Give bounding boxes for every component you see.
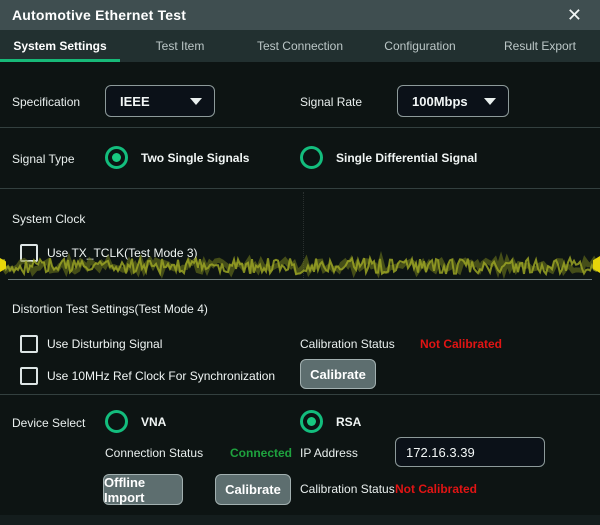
radio-single-differential-signal[interactable]: Single Differential Signal: [300, 146, 477, 169]
tab-test-item[interactable]: Test Item: [120, 30, 240, 62]
specification-value: IEEE: [120, 94, 190, 109]
signal-type-label: Signal Type: [12, 152, 75, 166]
device-calibration-status-value: Not Calibrated: [395, 482, 477, 496]
checkbox-use-disturbing-signal[interactable]: Use Disturbing Signal: [20, 335, 162, 353]
chevron-down-icon: [190, 98, 202, 105]
distortion-title: Distortion Test Settings(Test Mode 4): [12, 302, 208, 316]
checkbox-label: Use Disturbing Signal: [47, 337, 162, 351]
specification-dropdown[interactable]: IEEE: [105, 85, 215, 117]
calibrate-button-device[interactable]: Calibrate: [215, 474, 291, 505]
tab-bar: System Settings Test Item Test Connectio…: [0, 30, 600, 62]
checkbox-label: Use TX_TCLK(Test Mode 3): [47, 246, 198, 260]
checkbox-icon: [20, 335, 38, 353]
radio-icon: [300, 410, 323, 433]
offline-import-button[interactable]: Offline Import: [103, 474, 183, 505]
section-specification: Specification IEEE Signal Rate 100Mbps: [0, 62, 600, 128]
checkbox-use-10mhz-ref-clock[interactable]: Use 10MHz Ref Clock For Synchronization: [20, 367, 275, 385]
window-title: Automotive Ethernet Test: [12, 7, 186, 23]
close-icon[interactable]: ✕: [561, 4, 588, 26]
ip-address-label: IP Address: [300, 446, 358, 460]
automotive-ethernet-test-dialog: Automotive Ethernet Test ✕ System Settin…: [0, 0, 600, 525]
radio-rsa[interactable]: RSA: [300, 410, 361, 433]
signal-rate-dropdown[interactable]: 100Mbps: [397, 85, 509, 117]
calibration-status-label: Calibration Status: [300, 337, 395, 351]
connection-status-value: Connected: [230, 446, 292, 460]
radio-label: RSA: [336, 415, 361, 429]
checkbox-icon: [20, 244, 38, 262]
tab-configuration[interactable]: Configuration: [360, 30, 480, 62]
section-device-select: Device Select VNA RSA Connection Status …: [0, 395, 600, 515]
checkbox-label: Use 10MHz Ref Clock For Synchronization: [47, 369, 275, 383]
signal-rate-label: Signal Rate: [300, 95, 362, 109]
calibrate-button[interactable]: Calibrate: [300, 359, 376, 389]
signal-rate-value: 100Mbps: [412, 94, 484, 109]
device-select-label: Device Select: [12, 416, 85, 430]
title-bar: Automotive Ethernet Test ✕: [0, 0, 600, 30]
checkbox-use-tx-tclk[interactable]: Use TX_TCLK(Test Mode 3): [20, 244, 198, 262]
radio-label: Two Single Signals: [141, 151, 249, 165]
tab-test-connection[interactable]: Test Connection: [240, 30, 360, 62]
dialog-footer-strip: [0, 515, 600, 525]
tab-result-export[interactable]: Result Export: [480, 30, 600, 62]
connection-status-label: Connection Status: [105, 446, 203, 460]
chevron-down-icon: [484, 98, 496, 105]
device-calibration-status-label: Calibration Status: [300, 482, 395, 496]
system-clock-title: System Clock: [12, 212, 85, 226]
ip-address-input[interactable]: [395, 437, 545, 467]
radio-icon: [105, 410, 128, 433]
calibration-status-value: Not Calibrated: [420, 337, 502, 351]
checkbox-icon: [20, 367, 38, 385]
radio-icon: [300, 146, 323, 169]
section-signal-type: Signal Type Two Single Signals Single Di…: [0, 128, 600, 189]
radio-label: VNA: [141, 415, 166, 429]
radio-label: Single Differential Signal: [336, 151, 477, 165]
tab-system-settings[interactable]: System Settings: [0, 30, 120, 62]
radio-vna[interactable]: VNA: [105, 410, 166, 433]
radio-icon: [105, 146, 128, 169]
specification-label: Specification: [12, 95, 80, 109]
radio-two-single-signals[interactable]: Two Single Signals: [105, 146, 249, 169]
section-system-clock: System Clock Use TX_TCLK(Test Mode 3): [0, 189, 600, 280]
section-distortion-settings: Distortion Test Settings(Test Mode 4) Us…: [0, 280, 600, 395]
